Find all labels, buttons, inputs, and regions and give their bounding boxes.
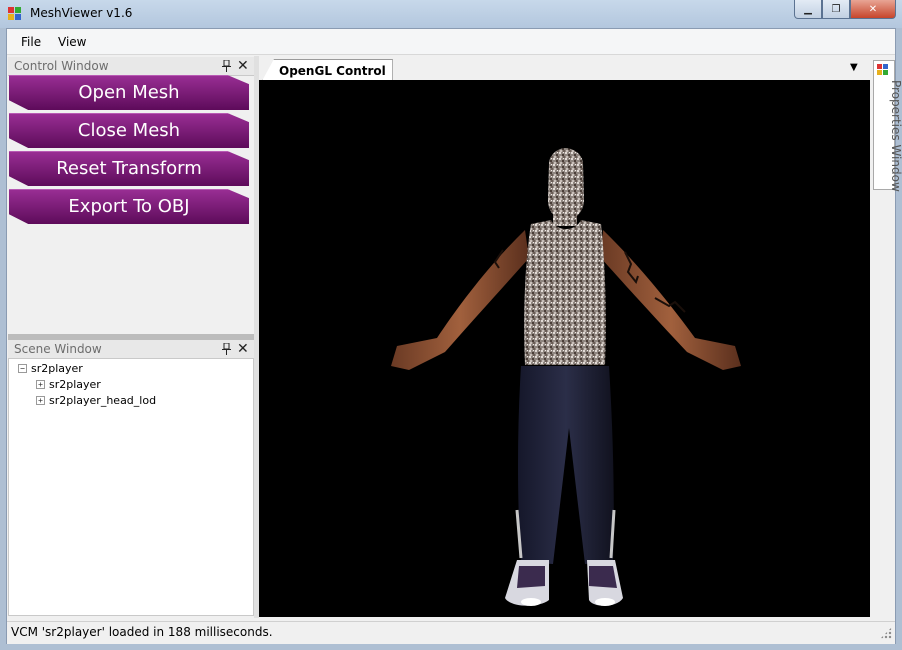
tree-node-child[interactable]: + sr2player (36, 378, 101, 391)
scene-window-title: Scene Window (14, 342, 102, 356)
collapse-icon[interactable]: − (18, 364, 27, 373)
status-text: VCM 'sr2player' loaded in 188 millisecon… (11, 625, 273, 639)
expand-icon[interactable]: + (36, 396, 45, 405)
menu-view[interactable]: View (58, 35, 86, 49)
pin-icon[interactable] (222, 343, 231, 355)
scene-window-close-icon[interactable]: ✕ (237, 342, 249, 356)
expand-icon[interactable]: + (36, 380, 45, 389)
window-title: MeshViewer v1.6 (30, 6, 133, 20)
tree-node-root[interactable]: − sr2player (18, 362, 83, 375)
close-mesh-button[interactable]: Close Mesh (9, 113, 249, 148)
tree-node-label: sr2player (49, 378, 101, 391)
minimize-icon[interactable]: ▁ (794, 0, 822, 19)
maximize-icon[interactable]: ❐ (822, 0, 850, 19)
menu-bar (7, 29, 895, 55)
opengl-viewport[interactable] (259, 80, 870, 617)
window-controls: ▁ ❐ ✕ (794, 0, 896, 19)
menu-file[interactable]: File (21, 35, 41, 49)
title-bar[interactable] (0, 0, 902, 28)
properties-icon (877, 64, 889, 76)
close-icon[interactable]: ✕ (850, 0, 896, 19)
export-obj-button[interactable]: Export To OBJ (9, 189, 249, 224)
tab-opengl-control[interactable]: OpenGL Control (262, 59, 393, 81)
chevron-down-icon[interactable]: ▼ (850, 62, 858, 73)
open-mesh-button[interactable]: Open Mesh (9, 75, 249, 110)
pin-icon[interactable] (222, 60, 231, 72)
tree-node-child[interactable]: + sr2player_head_lod (36, 394, 156, 407)
character-mesh (391, 148, 741, 606)
reset-transform-button[interactable]: Reset Transform (9, 151, 249, 186)
tree-node-label: sr2player (31, 362, 83, 375)
control-window-close-icon[interactable]: ✕ (237, 59, 249, 73)
properties-window-label: Properties Window (889, 80, 902, 192)
app-icon (8, 7, 22, 21)
control-window-title: Control Window (14, 59, 109, 73)
tree-node-label: sr2player_head_lod (49, 394, 157, 407)
